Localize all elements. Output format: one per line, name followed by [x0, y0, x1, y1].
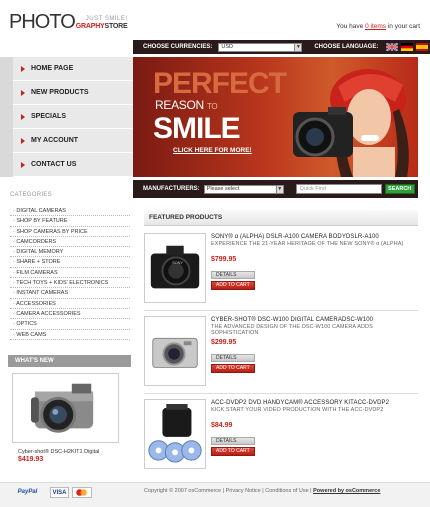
category-link[interactable]: CAMCORDERS: [10, 237, 130, 248]
arrow-right-icon: [21, 161, 25, 168]
whats-new-product-image[interactable]: [12, 373, 119, 443]
category-link[interactable]: OPTICS: [10, 319, 130, 330]
product-price: $799.95: [211, 256, 237, 263]
banner-reason-text: REASON TO: [155, 98, 218, 112]
whats-new-heading: WHAT'S NEW: [8, 355, 131, 367]
footer: PayPal VISA Copyright © 2007 osCommerce …: [0, 482, 430, 507]
chevron-down-icon: ▼: [294, 43, 302, 51]
nav-item-new-products[interactable]: NEW PRODUCTS: [13, 81, 133, 105]
manufacturers-select[interactable]: Please select ▼: [203, 184, 284, 194]
nav-item-home[interactable]: HOME PAGE: [13, 57, 133, 81]
cart-summary: You have 0 items in your cart: [336, 23, 420, 30]
manufacturers-bar: MANUFACTURERS: Please select ▼ Quick Find…: [133, 180, 418, 198]
categories-heading: CATEGORIES: [10, 192, 52, 198]
product-card: CYBER-SHOT® DSC-W100 DIGITAL CAMERADSC-W…: [144, 313, 418, 391]
paypal-logo: PayPal: [17, 489, 38, 495]
arrow-right-icon: [21, 137, 25, 144]
details-button[interactable]: DETAILS: [211, 271, 255, 279]
visa-logo: VISA: [50, 487, 69, 498]
whats-new-product-price: $419.93: [18, 456, 44, 463]
camcorder-kit-icon: [148, 404, 202, 463]
product-title[interactable]: CYBER-SHOT® DSC-W100 DIGITAL CAMERADSC-W…: [211, 317, 373, 323]
nav-item-contact-us[interactable]: CONTACT US: [13, 153, 133, 177]
add-to-cart-button[interactable]: ADD TO CART: [211, 281, 255, 290]
spain-flag-icon[interactable]: [416, 43, 429, 51]
add-to-cart-button[interactable]: ADD TO CART: [211, 364, 255, 373]
promo-banner[interactable]: PERFECT REASON TO SMILE CLICK HERE FOR M…: [133, 57, 418, 177]
product-description: THE ADVANCED DESIGN OF THE DSC-W100 CAME…: [211, 324, 373, 336]
dslr-camera-icon: SONY: [150, 245, 200, 289]
manufacturers-label: MANUFACTURERS:: [143, 186, 200, 192]
compact-camera-icon: [152, 337, 198, 368]
currency-select[interactable]: USD ▼: [218, 42, 303, 52]
product-title[interactable]: ACC-DVDP2 DVD HANDYCAM® ACCESSORY KITACC…: [211, 400, 389, 406]
banner-cta-link[interactable]: CLICK HERE FOR MORE!: [173, 147, 252, 154]
categories-list: DIGITAL CAMERAS SHOP BY FEATURE SHOP CAM…: [10, 206, 130, 340]
nav-item-my-account[interactable]: MY ACCOUNT: [13, 129, 133, 153]
footer-links: Copyright © 2007 osCommerce | Privacy No…: [144, 488, 381, 494]
camera-icon: [31, 383, 94, 433]
logo-photo-text: PHOTO: [9, 11, 76, 33]
divider: [144, 310, 418, 311]
arrow-right-icon: [21, 113, 25, 120]
product-image[interactable]: [144, 399, 206, 469]
nav-item-specials[interactable]: SPECIALS: [13, 105, 133, 129]
germany-flag-icon[interactable]: [401, 43, 414, 51]
whats-new-product-name[interactable]: Cyber-shot® DSC-H2KIT1 Digital: [18, 449, 99, 455]
category-link[interactable]: WEB CAMS: [10, 330, 130, 340]
category-link[interactable]: DIGITAL MEMORY: [10, 247, 130, 258]
add-to-cart-button[interactable]: ADD TO CART: [211, 447, 255, 456]
category-link[interactable]: DIGITAL CAMERAS: [10, 206, 130, 217]
arrow-right-icon: [21, 65, 25, 72]
category-link[interactable]: ACCESSORIES: [10, 299, 130, 309]
product-description: KICK START YOUR VIDEO PRODUCTION WITH TH…: [211, 407, 384, 413]
category-link[interactable]: FILM CAMERAS: [10, 268, 130, 279]
featured-heading: FEATURED PRODUCTS: [144, 210, 418, 226]
category-link[interactable]: INSTANT CAMERAS: [10, 288, 130, 299]
main-nav: HOME PAGE NEW PRODUCTS SPECIALS MY ACCOU…: [13, 57, 133, 177]
logo-tagline: JUST SMILE!: [85, 16, 128, 22]
mastercard-logo: [72, 487, 92, 498]
details-button[interactable]: DETAILS: [211, 354, 255, 362]
category-link[interactable]: SHOP CAMERAS BY PRICE: [10, 227, 130, 237]
product-image[interactable]: [144, 316, 206, 386]
product-card: SONY SONY® α (ALPHA) DSLR-A100 CAMERA BO…: [144, 230, 418, 308]
mastercard-icon: [76, 489, 87, 496]
nav-left-strip: [0, 57, 13, 177]
svg-text:SONY: SONY: [172, 260, 183, 265]
chevron-down-icon: ▼: [275, 185, 283, 193]
quick-find-input[interactable]: Quick Find: [295, 184, 382, 194]
product-price: $299.95: [211, 339, 237, 346]
search-button[interactable]: SEARCH: [384, 184, 415, 194]
header: PHOTO JUST SMILE! GRAPHYSTORE You have 0…: [0, 0, 430, 40]
details-button[interactable]: DETAILS: [211, 437, 255, 445]
product-card: ACC-DVDP2 DVD HANDYCAM® ACCESSORY KITACC…: [144, 396, 418, 474]
powered-by-link[interactable]: Powered by osCommerce: [313, 488, 380, 494]
category-link[interactable]: SHARE + STORE: [10, 257, 130, 268]
currencies-label: CHOOSE CURRENCIES:: [143, 44, 213, 50]
divider: [144, 393, 418, 394]
product-price: $84.99: [211, 422, 233, 429]
language-label: CHOOSE LANGUAGE:: [314, 44, 379, 50]
uk-flag-icon[interactable]: [386, 43, 399, 51]
arrow-right-icon: [21, 89, 25, 96]
store-logo[interactable]: PHOTO JUST SMILE! GRAPHYSTORE: [9, 12, 128, 32]
category-link[interactable]: CAMERA ACCESSORIES: [10, 309, 130, 320]
top-options-bar: CHOOSE CURRENCIES: USD ▼ CHOOSE LANGUAGE:: [133, 40, 430, 54]
banner-perfect-text: PERFECT: [153, 67, 287, 100]
product-description: EXPERIENCE THE 21-YEAR HERITAGE OF THE N…: [211, 241, 404, 247]
logo-subtitle: GRAPHYSTORE: [75, 23, 128, 30]
category-link[interactable]: SHOP BY FEATURE: [10, 216, 130, 227]
category-link[interactable]: TECH TOYS + KIDS' ELECTRONICS: [10, 278, 130, 289]
product-image[interactable]: SONY: [144, 233, 206, 303]
woman-with-camera-image: [293, 69, 409, 177]
cart-count-link[interactable]: 0 items: [365, 23, 386, 30]
product-title[interactable]: SONY® α (ALPHA) DSLR-A100 CAMERA BODYDSL…: [211, 234, 379, 240]
banner-smile-text: SMILE: [153, 112, 241, 145]
